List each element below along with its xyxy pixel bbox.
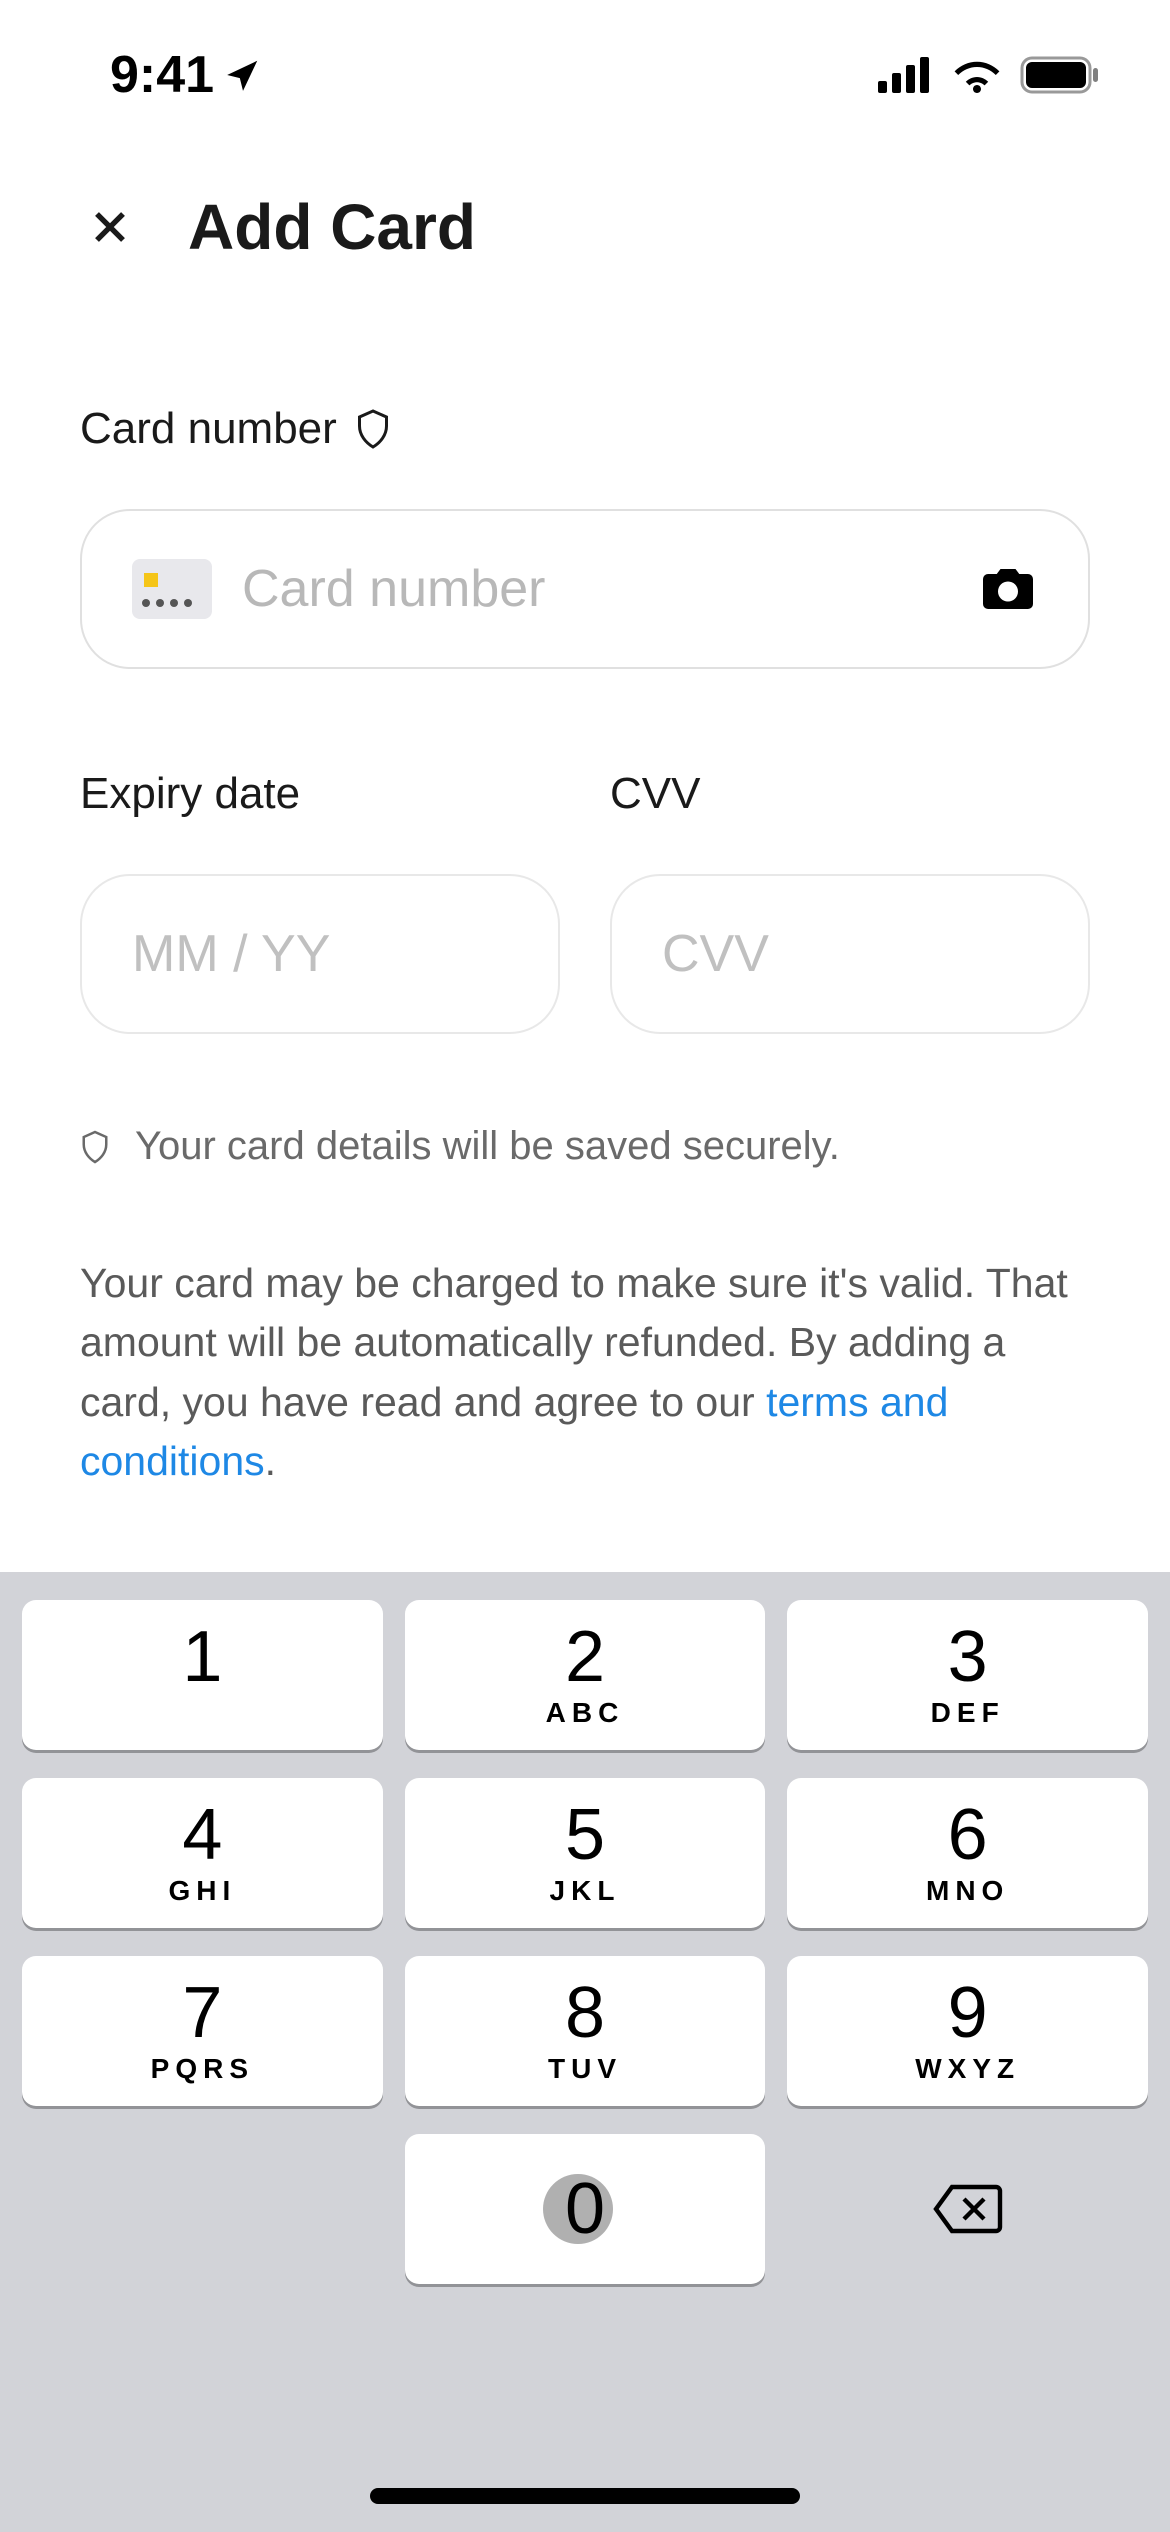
card-icon [132,559,212,619]
key-3[interactable]: 3 DEF [787,1600,1148,1750]
key-digit: 0 [565,2173,605,2245]
key-backspace[interactable] [787,2134,1148,2284]
key-6[interactable]: 6 MNO [787,1778,1148,1928]
key-letters: MNO [926,1875,1009,1907]
key-letters: WXYZ [915,2053,1020,2085]
key-digit: 9 [948,1977,988,2049]
secure-note: Your card details will be saved securely… [80,1124,1090,1169]
key-digit: 5 [565,1799,605,1871]
key-2[interactable]: 2 ABC [405,1600,766,1750]
page-title: Add Card [188,190,476,264]
shield-icon [80,1129,110,1165]
key-1[interactable]: 1 [22,1600,383,1750]
key-digit: 6 [948,1799,988,1871]
key-empty [22,2134,383,2284]
key-letters: ABC [546,1697,625,1729]
secure-note-text: Your card details will be saved securely… [135,1124,840,1169]
key-digit: 3 [948,1621,988,1693]
status-time: 9:41 [110,45,262,105]
key-8[interactable]: 8 TUV [405,1956,766,2106]
numeric-keypad: 1 2 ABC 3 DEF 4 GHI 5 JKL 6 MNO 7 PQRS 8 TUV 9 W… [0,1572,1170,2532]
key-letters: PQRS [151,2053,254,2085]
expiry-group: Expiry date MM / YY [80,769,560,1034]
card-number-label-text: Card number [80,404,337,454]
card-number-input[interactable]: Card number [80,509,1090,669]
close-button[interactable] [80,197,140,257]
time-text: 9:41 [110,45,214,105]
expiry-label: Expiry date [80,769,560,819]
key-9[interactable]: 9 WXYZ [787,1956,1148,2106]
cvv-group: CVV CVV [610,769,1090,1034]
key-letters: DEF [931,1697,1005,1729]
key-7[interactable]: 7 PQRS [22,1956,383,2106]
card-number-label: Card number [80,404,1090,454]
backspace-icon [932,2183,1004,2235]
key-digit: 8 [565,1977,605,2049]
disclaimer: Your card may be charged to make sure it… [80,1254,1090,1492]
key-digit: 2 [565,1621,605,1693]
key-digit: 1 [182,1621,222,1693]
shield-icon [355,408,391,450]
cellular-icon [878,57,934,93]
expiry-placeholder: MM / YY [132,924,508,984]
key-4[interactable]: 4 GHI [22,1778,383,1928]
header: Add Card [0,130,1170,304]
battery-icon [1020,56,1100,94]
key-letters: JKL [550,1875,621,1907]
key-5[interactable]: 5 JKL [405,1778,766,1928]
status-bar: 9:41 [0,0,1170,130]
home-indicator[interactable] [370,2488,800,2504]
card-number-placeholder: Card number [242,559,948,619]
expiry-input[interactable]: MM / YY [80,874,560,1034]
cvv-input[interactable]: CVV [610,874,1090,1034]
location-icon [224,56,262,94]
status-icons-group [878,56,1100,94]
key-letters: TUV [548,2053,622,2085]
wifi-icon [952,57,1002,93]
disclaimer-text-post: . [265,1438,276,1484]
close-icon [84,201,136,253]
key-digit: 4 [182,1799,222,1871]
expiry-cvv-row: Expiry date MM / YY CVV CVV [80,769,1090,1034]
card-number-group: Card number Card number [80,404,1090,669]
key-0[interactable]: 0 [405,2134,766,2284]
cvv-placeholder: CVV [662,924,1038,984]
key-digit: 7 [182,1977,222,2049]
cvv-label: CVV [610,769,1090,819]
camera-icon[interactable] [978,564,1038,614]
key-letters: GHI [168,1875,236,1907]
